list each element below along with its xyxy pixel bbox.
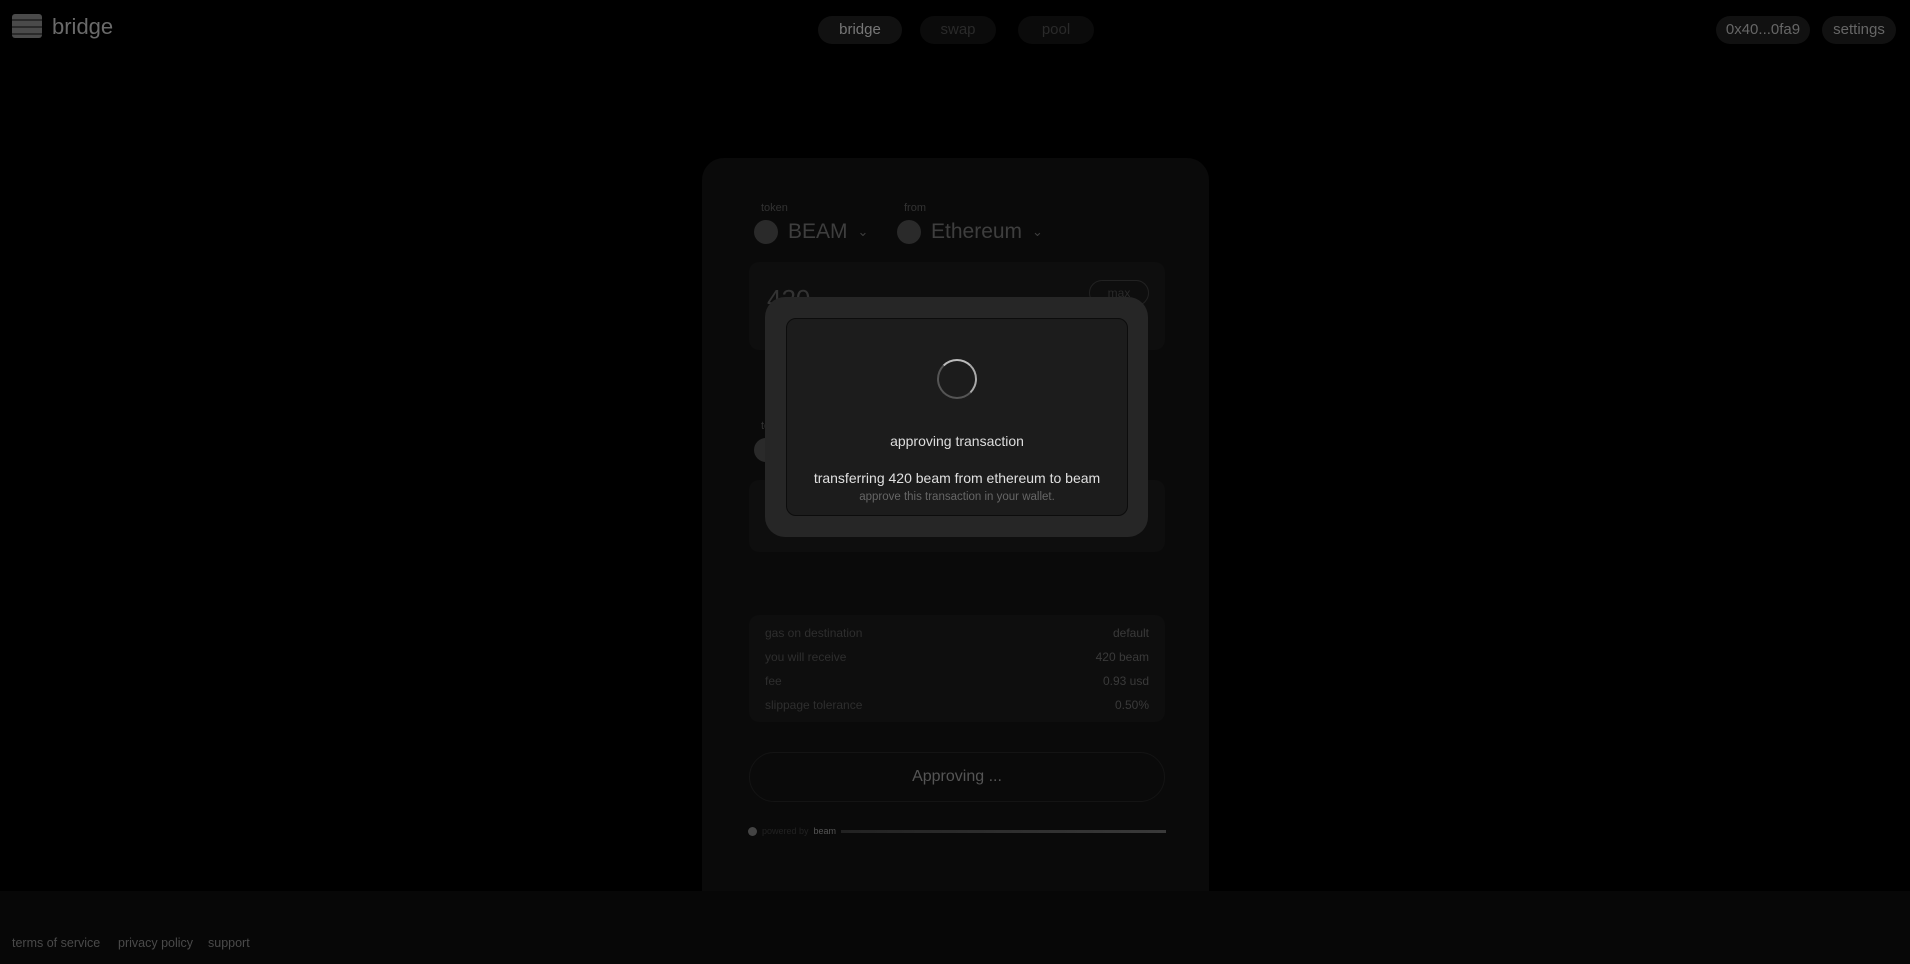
chevron-down-icon: ⌄	[1032, 224, 1043, 239]
beam-token-icon	[754, 220, 778, 244]
token-selector[interactable]: BEAM ⌄	[754, 220, 868, 244]
approving-button[interactable]: Approving ...	[749, 752, 1165, 802]
beam-dot-icon	[748, 826, 757, 836]
nav-pool[interactable]: pool	[1018, 16, 1094, 44]
from-chain-selector[interactable]: Ethereum ⌄	[897, 220, 1043, 244]
chevron-down-icon: ⌄	[857, 224, 869, 239]
wallet-button[interactable]: 0x40...0fa9	[1716, 16, 1810, 44]
from-label: from	[904, 202, 926, 214]
modal-message: transferring 420 beam from ethereum to b…	[813, 470, 1101, 486]
detail-row: gas on destination default	[765, 626, 1149, 640]
modal-content: approving transaction transferring 420 b…	[786, 318, 1128, 516]
from-value: Ethereum	[931, 220, 1023, 243]
details-box: gas on destination default you will recei…	[749, 615, 1165, 722]
detail-row: you will receive 420 beam	[765, 650, 1149, 664]
footer	[0, 891, 1910, 964]
settings-button[interactable]: settings	[1822, 16, 1896, 44]
modal-hint: approve this transaction in your wallet.	[859, 491, 1055, 503]
loading-spinner-icon	[937, 359, 977, 399]
detail-row: slippage tolerance 0.50%	[765, 698, 1149, 712]
powered-by: powered by beam	[748, 826, 1166, 836]
footer-terms-link[interactable]: terms of service	[12, 936, 100, 950]
footer-privacy-link[interactable]: privacy policy	[118, 936, 193, 950]
nav-swap[interactable]: swap	[920, 16, 996, 44]
footer-support-link[interactable]: support	[208, 936, 250, 950]
progress-line	[841, 829, 1166, 833]
brand-name: bridge	[52, 14, 114, 39]
detail-row: fee 0.93 usd	[765, 674, 1149, 688]
approval-modal: approving transaction transferring 420 b…	[765, 297, 1148, 537]
powered-by-text: powered by	[762, 826, 809, 836]
ethereum-icon	[897, 220, 921, 244]
logo-icon[interactable]	[12, 14, 42, 38]
nav-bridge[interactable]: bridge	[818, 16, 902, 44]
powered-by-brand: beam	[813, 826, 837, 836]
modal-title: approving transaction	[890, 433, 1024, 449]
token-label: token	[761, 202, 788, 214]
token-value: BEAM	[788, 220, 848, 243]
